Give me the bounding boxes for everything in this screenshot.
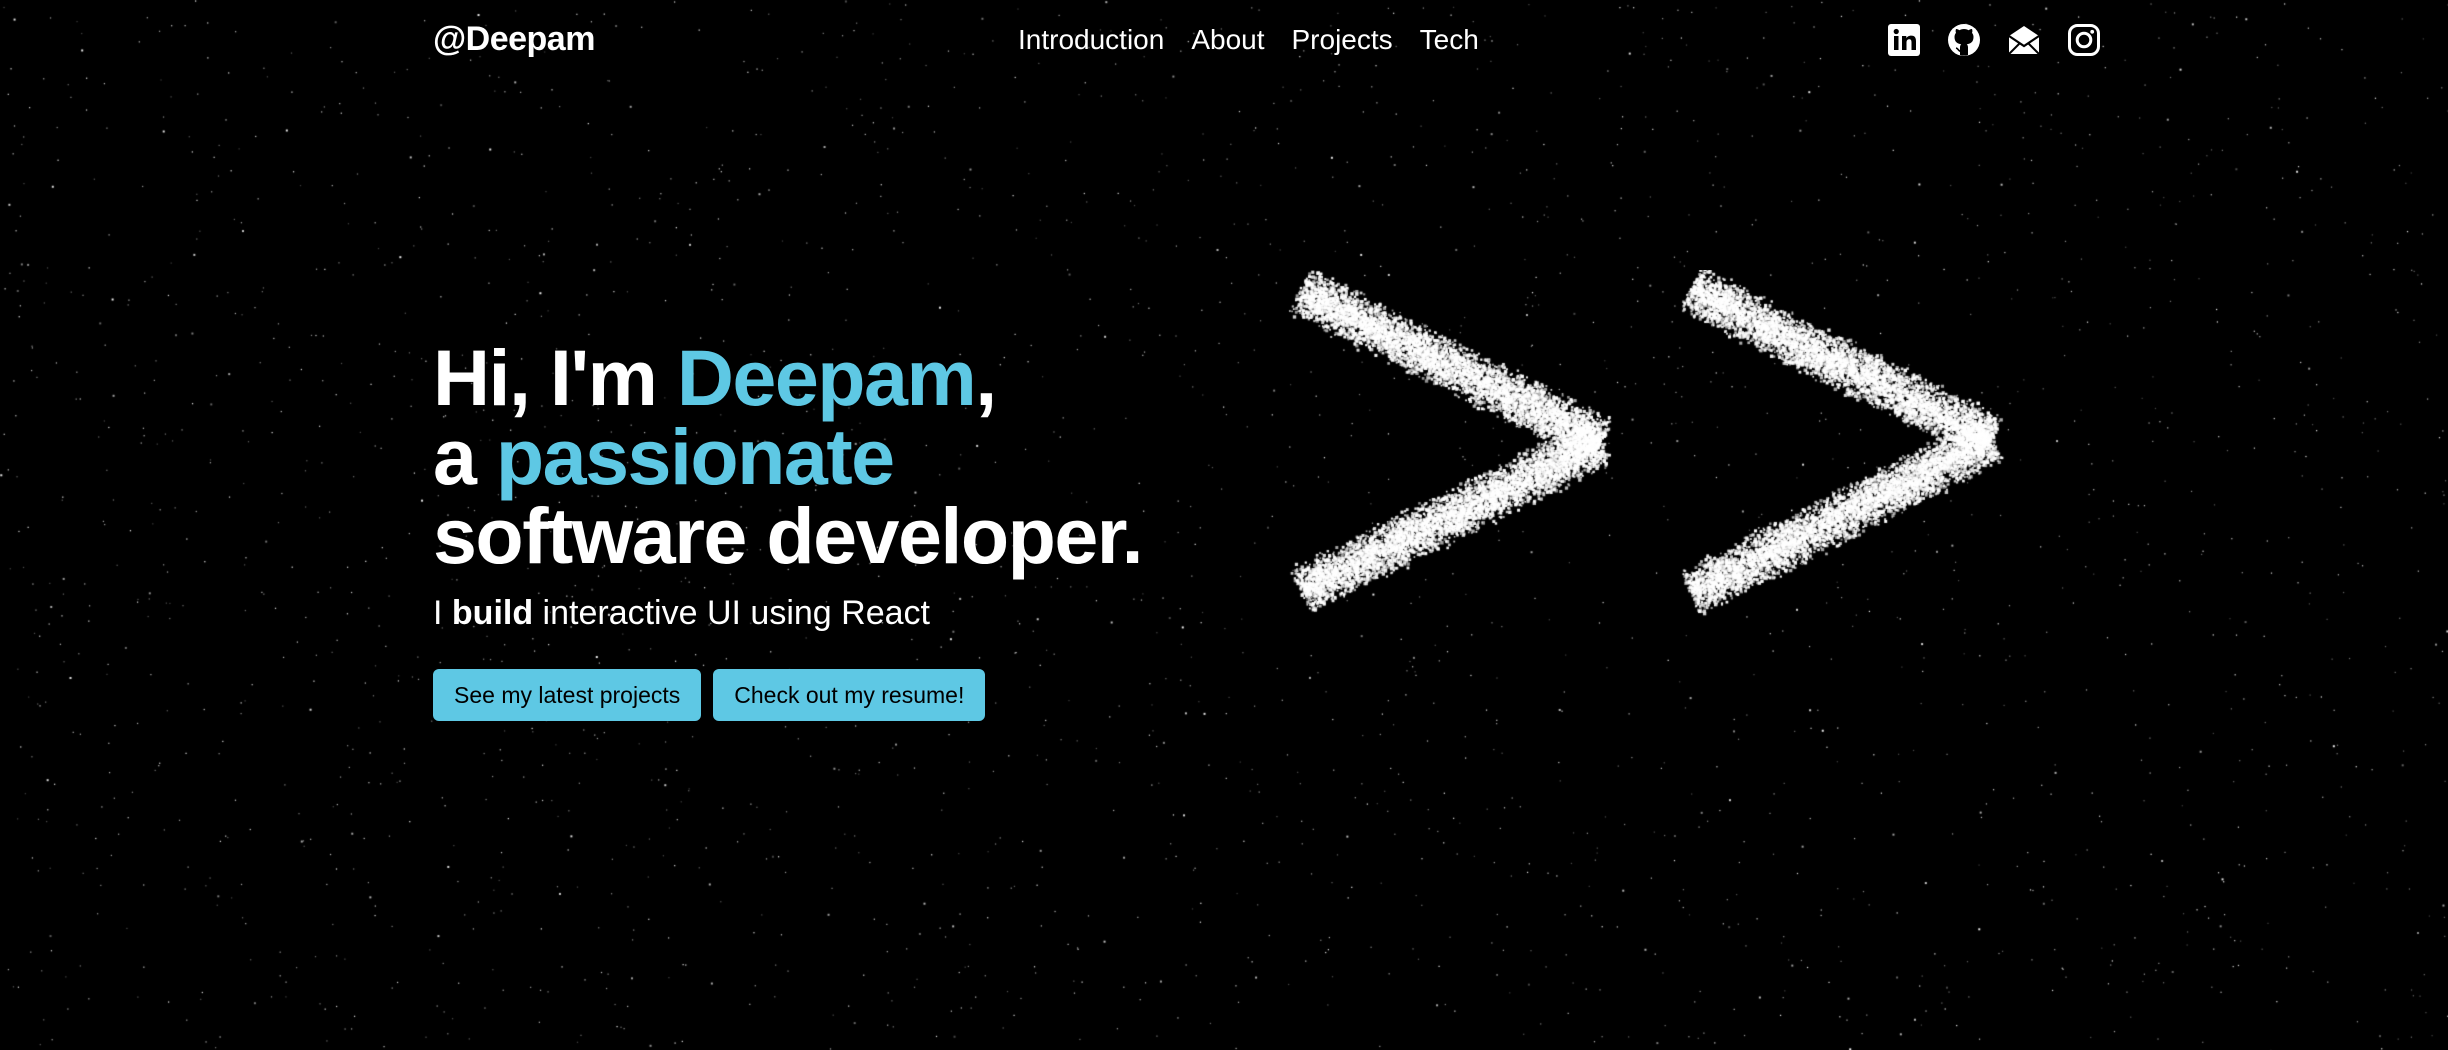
headline-passionate: passionate	[495, 412, 895, 501]
headline-greeting: Hi, I'm	[433, 333, 677, 422]
nav-link-introduction[interactable]: Introduction	[1018, 24, 1164, 56]
latest-projects-button[interactable]: See my latest projects	[433, 669, 702, 721]
headline-comma: ,	[975, 333, 997, 422]
tagline-bold: build	[451, 594, 534, 632]
navbar: @Deepam Introduction About Projects Tech	[0, 0, 2448, 86]
headline-article: a	[433, 412, 496, 501]
tagline-prefix: I	[433, 594, 452, 632]
instagram-icon[interactable]	[2066, 22, 2102, 58]
resume-button[interactable]: Check out my resume!	[713, 669, 986, 721]
tagline-suffix: interactive UI using React	[533, 594, 930, 632]
hero-buttons: See my latest projects Check out my resu…	[433, 669, 1142, 721]
headline-name: Deepam	[676, 333, 977, 422]
social-links	[1886, 22, 2102, 58]
hero-section: Hi, I'm Deepam, a passionate software de…	[433, 338, 1144, 721]
nav-link-projects[interactable]: Projects	[1292, 24, 1393, 56]
nav-link-tech[interactable]: Tech	[1420, 24, 1479, 56]
nav-links: Introduction About Projects Tech	[1018, 24, 1479, 56]
particle-chevrons-graphic	[1280, 270, 2040, 620]
brand-logo[interactable]: @Deepam	[433, 20, 595, 59]
hero-headline: Hi, I'm Deepam, a passionate software de…	[433, 338, 1144, 575]
starfield-background	[0, 0, 2448, 1050]
linkedin-icon[interactable]	[1886, 22, 1922, 58]
nav-link-about[interactable]: About	[1191, 24, 1264, 56]
mail-icon[interactable]	[2006, 22, 2042, 58]
headline-role: software developer.	[433, 491, 1144, 580]
hero-tagline: I build interactive UI using React	[433, 591, 1142, 635]
github-icon[interactable]	[1946, 22, 1982, 58]
